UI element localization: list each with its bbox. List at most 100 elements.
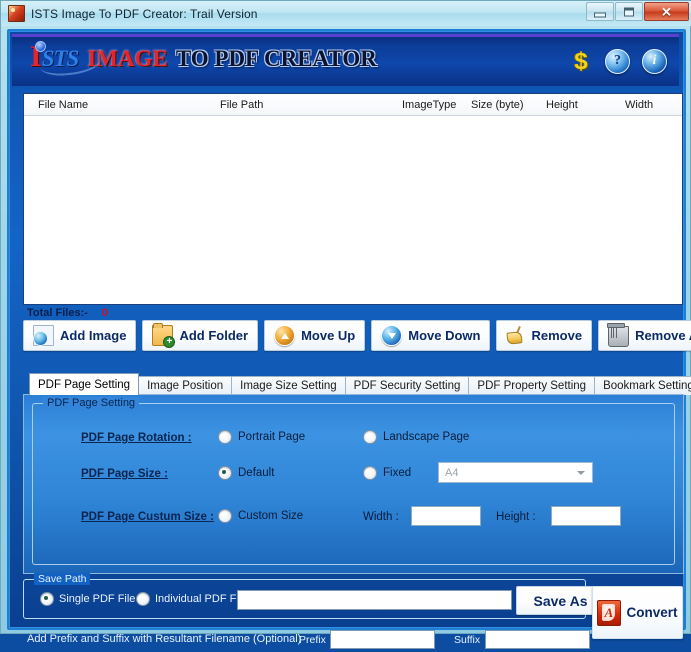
radio-fixed-label: Fixed [383, 467, 412, 479]
column-file-path: File Path [220, 99, 264, 111]
chevron-down-icon [577, 471, 585, 475]
folder-add-icon [152, 323, 176, 348]
radio-portrait-label: Portrait Page [238, 431, 306, 443]
group-title: PDF Page Setting [43, 397, 140, 409]
remove-all-label: Remove All [635, 328, 691, 343]
title-bar: ISTS Image To PDF Creator: Trail Version… [1, 1, 691, 26]
radio-dot [218, 509, 232, 523]
height-label: Height : [496, 511, 536, 523]
total-files-label: Total Files:- [27, 307, 88, 319]
app-logo: I STS IMAGE TO PDF CREATOR [30, 41, 377, 78]
close-button[interactable]: ✕ [644, 2, 689, 21]
custom-width-input[interactable] [411, 506, 481, 526]
page-size-label: PDF Page Size : [81, 468, 168, 480]
convert-label: Convert [626, 605, 678, 620]
pdf-page-setting-group: PDF Page Setting PDF Page Rotation : PDF… [32, 397, 675, 565]
remove-all-button[interactable]: Remove All [598, 320, 691, 351]
tab-image-position[interactable]: Image Position [138, 376, 233, 395]
broom-icon [506, 326, 525, 345]
total-files-count: 0 [101, 307, 109, 319]
tab-bookmark-setting[interactable]: Bookmark Setting [594, 376, 691, 395]
single-pdf-label: Single PDF File [59, 593, 136, 605]
save-path-group: Save Path Single PDF File Individual PDF… [23, 573, 605, 619]
column-image-type: ImageType [402, 99, 457, 111]
tab-content-pdf-page-setting: PDF Page Setting PDF Page Rotation : PDF… [23, 394, 684, 574]
banner-icon-group: $ ? i [569, 49, 667, 74]
prefix-suffix-row: Add Prefix and Suffix with Resultant Fil… [23, 628, 683, 652]
application-window: ISTS Image To PDF Creator: Trail Version… [0, 0, 691, 649]
help-icon[interactable]: ? [605, 49, 630, 74]
close-icon: ✕ [661, 4, 672, 19]
app-icon [8, 5, 25, 22]
radio-dot [136, 592, 150, 606]
file-list-header: File Name File Path ImageType Size (byte… [24, 94, 682, 116]
prefix-input[interactable] [330, 630, 435, 649]
file-list[interactable]: File Name File Path ImageType Size (byte… [23, 93, 683, 305]
minimize-button[interactable] [586, 2, 614, 21]
add-image-label: Add Image [60, 328, 127, 343]
column-width: Width [625, 99, 654, 111]
radio-default-size[interactable]: Default [218, 466, 274, 480]
image-icon [33, 325, 54, 346]
info-icon[interactable]: i [642, 49, 667, 74]
tab-pdf-property-setting[interactable]: PDF Property Setting [468, 376, 596, 395]
move-up-button[interactable]: Move Up [264, 320, 366, 351]
add-image-button[interactable]: Add Image [23, 320, 137, 351]
width-label: Width : [363, 511, 399, 523]
tab-pdf-page-setting[interactable]: PDF Page Setting [29, 373, 140, 395]
minimize-icon [594, 12, 606, 17]
custom-size-label: PDF Page Custum Size : [81, 511, 214, 523]
header-banner: I STS IMAGE TO PDF CREATOR $ ? i [12, 34, 679, 86]
total-files-row: Total Files:- 0 [27, 307, 108, 319]
radio-portrait-page[interactable]: Portrait Page [218, 430, 305, 444]
radio-dot [363, 430, 377, 444]
radio-single-pdf-file[interactable]: Single PDF File [40, 592, 135, 606]
file-toolbar: Add Image Add Folder Move Up Move Down R… [23, 320, 691, 351]
radio-dot-selected [218, 466, 232, 480]
radio-landscape-label: Landscape Page [383, 431, 470, 443]
tab-image-size-setting[interactable]: Image Size Setting [231, 376, 346, 395]
remove-button[interactable]: Remove [496, 320, 593, 351]
window-title: ISTS Image To PDF Creator: Trail Version [31, 6, 258, 21]
custom-height-input[interactable] [551, 506, 621, 526]
paper-size-select[interactable]: A4 [438, 462, 593, 483]
prefix-label: Prefix [299, 634, 326, 646]
suffix-input[interactable] [485, 630, 590, 649]
add-folder-button[interactable]: Add Folder [142, 320, 259, 351]
column-height: Height [546, 99, 578, 111]
save-path-title: Save Path [34, 573, 91, 585]
radio-default-label: Default [238, 467, 275, 479]
rotation-label: PDF Page Rotation : [81, 432, 192, 444]
radio-individual-pdf-file[interactable]: Individual PDF File [136, 592, 247, 606]
save-path-input[interactable] [237, 590, 512, 610]
tab-strip: PDF Page Setting Image Position Image Si… [23, 373, 691, 395]
radio-custom-label: Custom Size [238, 510, 304, 522]
move-down-icon [381, 325, 403, 346]
tab-pdf-security-setting[interactable]: PDF Security Setting [344, 376, 470, 395]
suffix-label: Suffix [454, 634, 481, 646]
move-up-icon [274, 325, 296, 346]
logo-dot-icon [35, 41, 46, 52]
radio-fixed-size[interactable]: Fixed [363, 466, 411, 480]
remove-label: Remove [531, 328, 583, 343]
move-down-button[interactable]: Move Down [371, 320, 491, 351]
trash-icon [607, 323, 630, 347]
dollar-icon[interactable]: $ [569, 49, 593, 74]
radio-dot-selected [40, 592, 54, 606]
radio-landscape-page[interactable]: Landscape Page [363, 430, 469, 444]
prefix-suffix-note: Add Prefix and Suffix with Resultant Fil… [27, 633, 302, 645]
settings-tab-panel: PDF Page Setting Image Position Image Si… [23, 373, 691, 575]
radio-dot [218, 430, 232, 444]
paper-size-value: A4 [445, 466, 459, 479]
move-up-label: Move Up [301, 328, 356, 343]
radio-dot [363, 466, 377, 480]
individual-pdf-label: Individual PDF File [155, 593, 248, 605]
window-controls: ✕ [585, 2, 689, 21]
logo-swoosh-icon [39, 48, 103, 78]
radio-custom-size[interactable]: Custom Size [218, 509, 303, 523]
maximize-icon [624, 7, 634, 16]
maximize-button[interactable] [615, 2, 643, 21]
main-panel: I STS IMAGE TO PDF CREATOR $ ? i File Na… [7, 29, 691, 649]
add-folder-label: Add Folder [179, 328, 249, 343]
move-down-label: Move Down [408, 328, 481, 343]
